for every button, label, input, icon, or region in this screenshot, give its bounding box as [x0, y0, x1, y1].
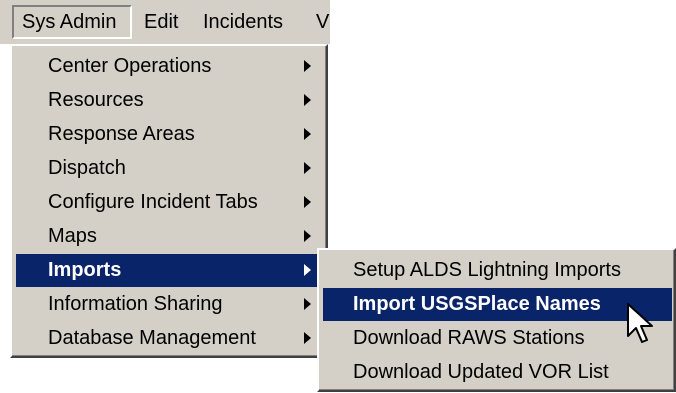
menu-bar: Sys Admin Edit Incidents V [0, 0, 330, 44]
menu-view[interactable]: V [308, 5, 330, 39]
menu-sys-admin[interactable]: Sys Admin [12, 5, 132, 39]
menu-item-maps[interactable]: Maps [16, 220, 324, 253]
submenu-arrow-icon [304, 94, 311, 106]
imports-submenu: Setup ALDS Lightning Imports Import USGS… [317, 248, 676, 392]
menu-item-label: Resources [48, 89, 144, 111]
menu-item-label: Maps [48, 225, 97, 247]
submenu-arrow-icon [304, 298, 311, 310]
submenu-item-import-usgs-place-names[interactable]: Import USGSPlace Names [323, 288, 672, 321]
menu-item-center-operations[interactable]: Center Operations [16, 50, 324, 83]
menu-item-label: Imports [48, 259, 122, 281]
menu-item-label: Center Operations [48, 55, 212, 77]
submenu-arrow-icon [304, 264, 311, 276]
menu-item-label: Response Areas [48, 123, 195, 145]
menu-item-resources[interactable]: Resources [16, 84, 324, 117]
submenu-item-download-raws-stations[interactable]: Download RAWS Stations [323, 322, 672, 355]
submenu-item-download-updated-vor-list[interactable]: Download Updated VOR List [323, 356, 672, 389]
submenu-arrow-icon [304, 162, 311, 174]
menu-item-label: Dispatch [48, 157, 126, 179]
menu-item-database-management[interactable]: Database Management [16, 322, 324, 355]
submenu-arrow-icon [304, 230, 311, 242]
menu-item-response-areas[interactable]: Response Areas [16, 118, 324, 151]
menu-item-label: Information Sharing [48, 293, 223, 315]
menu-item-dispatch[interactable]: Dispatch [16, 152, 324, 185]
menu-item-imports[interactable]: Imports [16, 254, 324, 287]
submenu-arrow-icon [304, 128, 311, 140]
sys-admin-menu: Center Operations Resources Response Are… [10, 44, 328, 358]
submenu-arrow-icon [304, 196, 311, 208]
submenu-arrow-icon [304, 332, 311, 344]
submenu-arrow-icon [304, 60, 311, 72]
menu-item-information-sharing[interactable]: Information Sharing [16, 288, 324, 321]
menu-item-configure-incident-tabs[interactable]: Configure Incident Tabs [16, 186, 324, 219]
menu-item-label: Configure Incident Tabs [48, 191, 258, 213]
menu-edit[interactable]: Edit [136, 5, 186, 39]
submenu-item-setup-alds-lightning-imports[interactable]: Setup ALDS Lightning Imports [323, 254, 672, 287]
menu-item-label: Database Management [48, 327, 256, 349]
mouse-pointer-icon [627, 303, 653, 343]
menu-incidents[interactable]: Incidents [195, 5, 291, 39]
